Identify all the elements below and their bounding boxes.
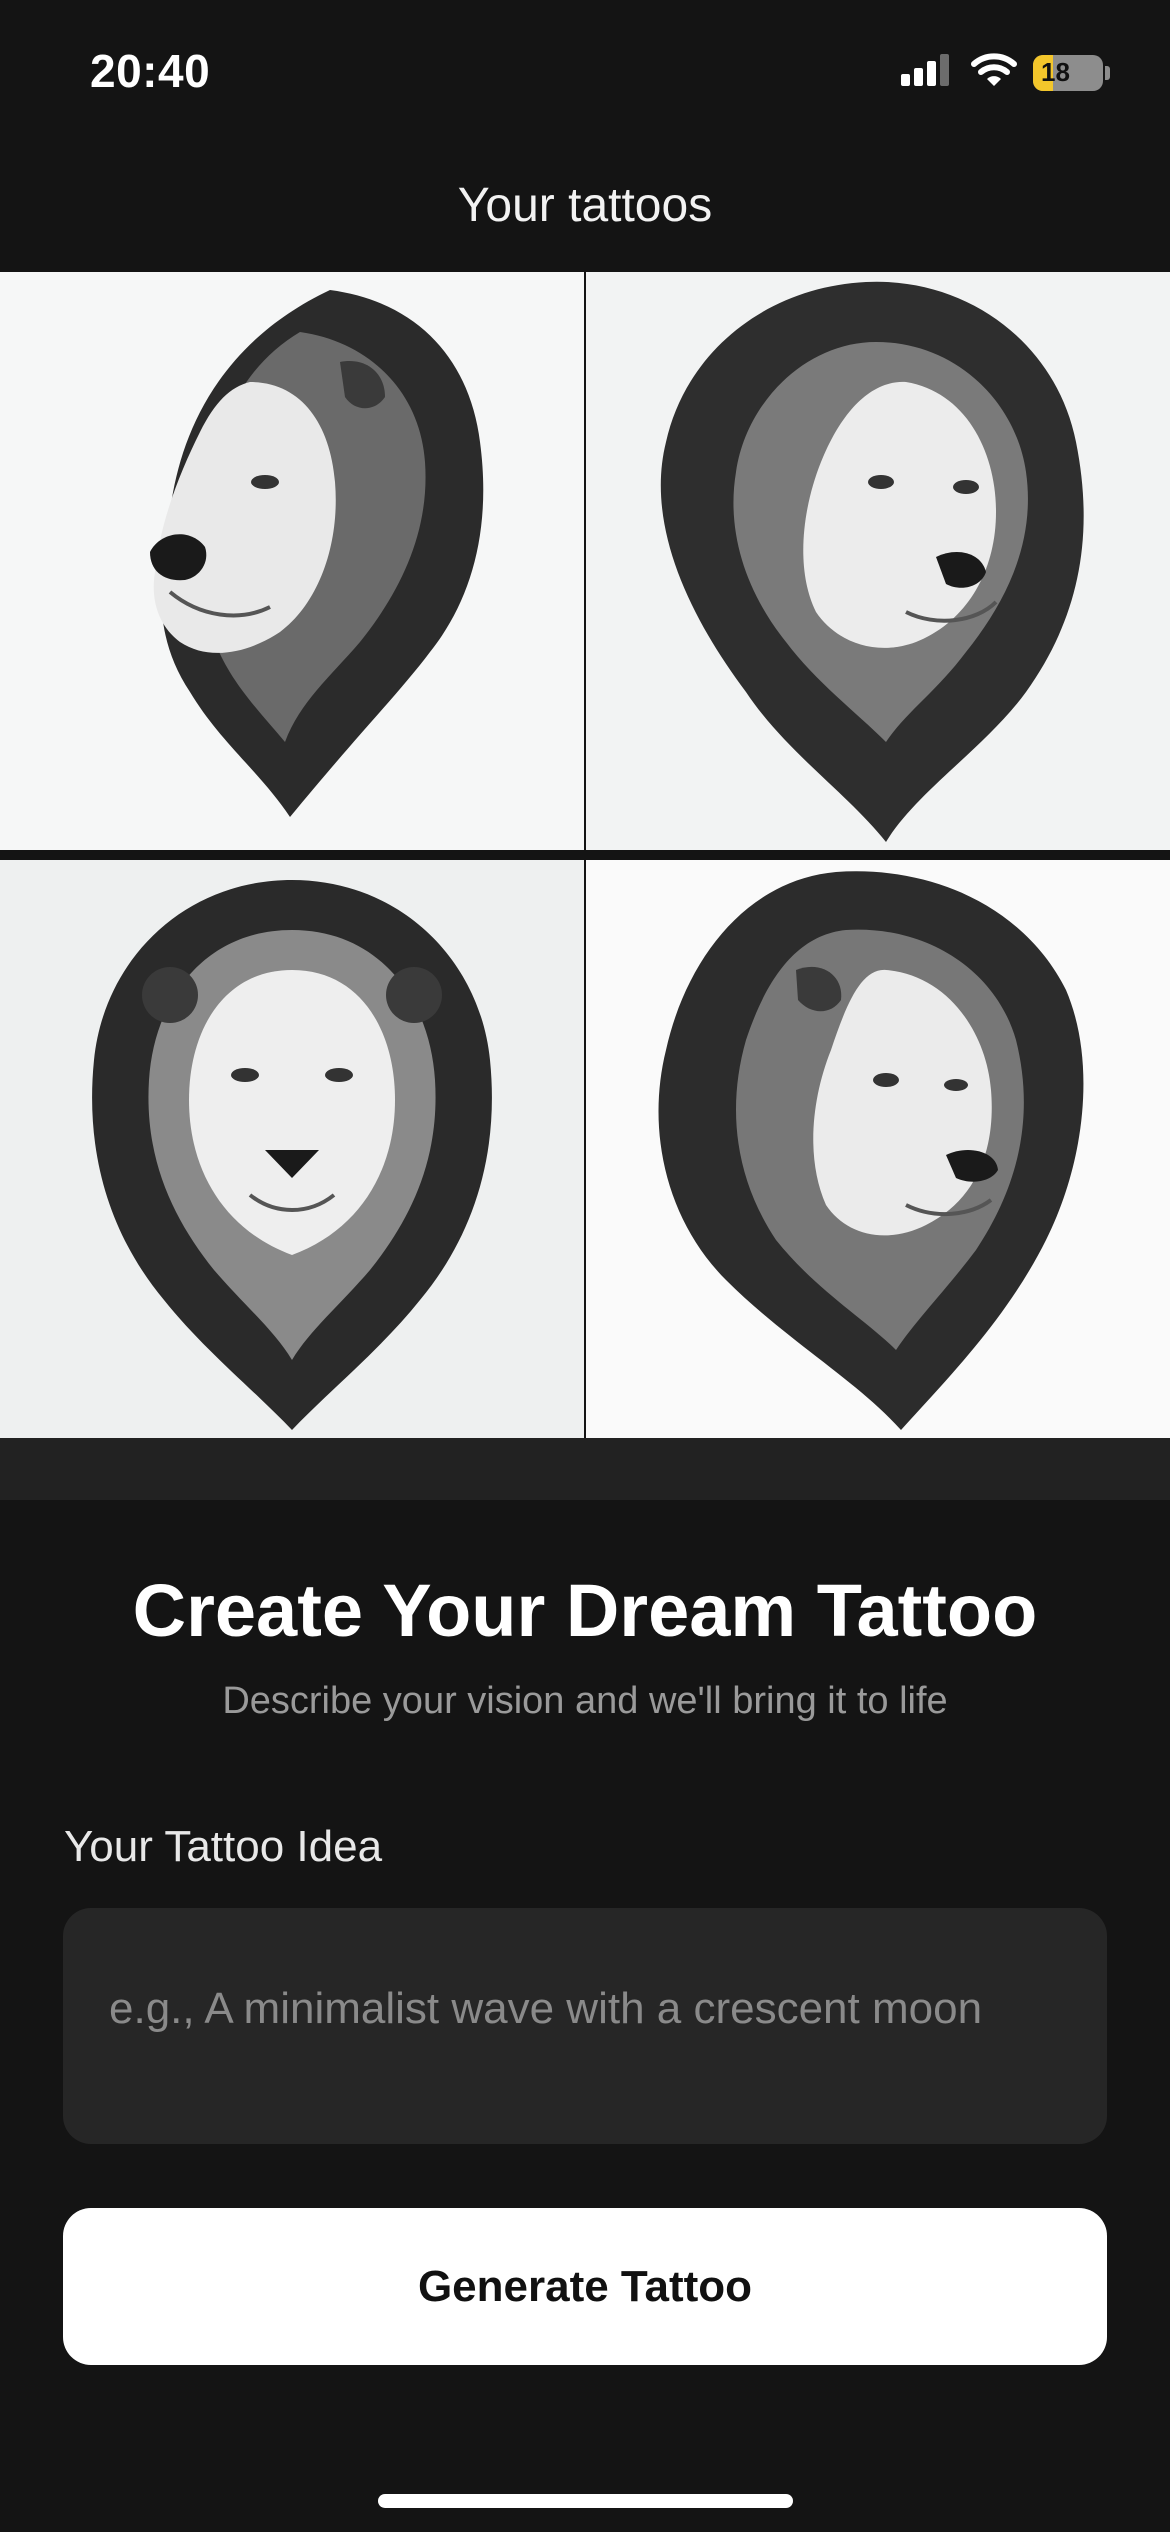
- battery-tip: [1105, 65, 1110, 80]
- tattoo-gallery: [0, 272, 1170, 1438]
- tattoo-image-4[interactable]: [586, 860, 1170, 1438]
- home-indicator[interactable]: [378, 2494, 793, 2508]
- tattoo-image-2[interactable]: [586, 272, 1170, 850]
- lion-head-icon: [660, 281, 1084, 842]
- tattoo-image-3[interactable]: [0, 860, 584, 1438]
- wifi-icon: [971, 52, 1017, 93]
- screen: 20:40 18 Your tattoos Create Your Dream …: [0, 0, 1170, 2532]
- lion-head-icon: [150, 290, 484, 817]
- lion-head-icon: [92, 880, 492, 1430]
- status-bar: 20:40 18: [0, 0, 1170, 150]
- tattoo-idea-input[interactable]: e.g., A minimalist wave with a crescent …: [63, 1908, 1107, 2144]
- generate-tattoo-button[interactable]: Generate Tattoo: [63, 2208, 1107, 2365]
- battery-level: 18: [1041, 57, 1070, 87]
- tattoo-idea-label: Your Tattoo Idea: [64, 1822, 383, 1871]
- page-title: Your tattoos: [457, 179, 713, 232]
- form-subtitle: Describe your vision and we'll bring it …: [222, 1680, 948, 1722]
- form-title: Create Your Dream Tattoo: [132, 1569, 1038, 1652]
- lion-head-icon: [658, 871, 1084, 1430]
- status-time: 20:40: [90, 45, 211, 97]
- battery-icon: 18: [1033, 54, 1103, 91]
- tattoo-image-1[interactable]: [0, 272, 584, 850]
- cellular-signal-icon: [901, 52, 955, 93]
- section-divider: [0, 1438, 1170, 1500]
- status-icons: 18: [901, 52, 1110, 93]
- tattoo-idea-placeholder: e.g., A minimalist wave with a crescent …: [109, 1984, 983, 2033]
